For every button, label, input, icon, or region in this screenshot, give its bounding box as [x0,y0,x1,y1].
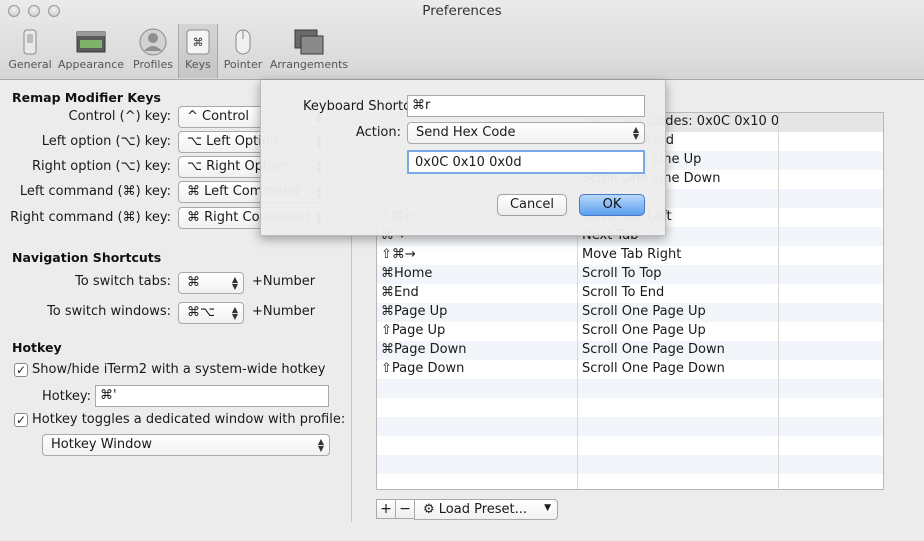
updown-arrows-icon: ▲▼ [231,305,238,321]
toolbar-profiles[interactable]: Profiles [130,24,176,78]
table-row[interactable]: ⌘End Scroll To End [377,284,883,303]
windows-icon [294,29,324,55]
keyboard-shortcut-label: Keyboard Shortcut: [303,99,428,114]
toolbar-arrangements[interactable]: Arrangements [268,24,350,78]
show-hide-label: Show/hide iTerm2 with a system-wide hotk… [32,362,326,377]
toolbar-keys[interactable]: ⌘ Keys [178,24,218,78]
table-button-bar: + − ⚙ Load Preset... ▼ [376,499,560,521]
hotkey-profile-popup[interactable]: Hotkey Window ▲ ▼ [42,434,330,456]
popup-value: ^ Control [187,109,250,124]
toolbar-label: Appearance [58,58,125,71]
left-option-label: Left option (⌥) key: [41,134,171,149]
toolbar-label: Keys [185,58,211,71]
empty-row [377,474,883,489]
switch-tabs-popup[interactable]: ⌘ ▲ ▼ [178,272,244,294]
left-command-label: Left command (⌘) key: [19,184,171,199]
number-suffix: +Number [252,274,316,289]
table-row[interactable]: ⌘Page Up Scroll One Page Up [377,303,883,322]
profile-icon [139,28,167,56]
updown-arrows-icon: ▲▼ [317,437,324,453]
popup-value: Send Hex Code [416,125,516,140]
right-option-label: Right option (⌥) key: [31,159,171,174]
popup-value: ⌘⌥ [187,305,215,320]
table-row[interactable]: ⌘Home Scroll To Top [377,265,883,284]
number-suffix: +Number [252,304,316,319]
switch-icon [23,29,37,55]
command-key-icon: ⌘ [186,29,210,55]
hotkey-field[interactable]: ⌘' [95,385,329,407]
appearance-icon [76,31,106,53]
hex-code-field[interactable]: 0x0C 0x10 0x0d [407,150,645,174]
empty-row [377,379,883,398]
load-preset-menu[interactable]: ⚙ Load Preset... ▼ [414,499,558,520]
show-hide-checkbox[interactable]: ✓ [14,363,28,377]
empty-row [377,417,883,436]
toggles-window-checkbox[interactable]: ✓ [14,413,28,427]
switch-tabs-label: To switch tabs: [75,274,171,289]
hotkey-heading: Hotkey [12,340,62,355]
toolbar-general[interactable]: General [6,24,54,78]
toolbar-appearance[interactable]: Appearance [58,24,124,78]
table-row[interactable]: ⇧Page Down Scroll One Page Down [377,360,883,379]
mouse-icon [235,29,251,55]
action-popup[interactable]: Send Hex Code ▲ ▼ [407,122,645,144]
toggles-window-label: Hotkey toggles a dedicated window with p… [32,412,346,427]
popup-value: Hotkey Window [51,437,152,452]
updown-arrows-icon: ▲▼ [632,125,639,141]
popup-value: ⌘ [187,275,200,290]
empty-row [377,398,883,417]
empty-row [377,436,883,455]
panel-divider [351,232,352,522]
right-command-label: Right command (⌘) key: [10,210,171,225]
hotkey-label: Hotkey: [42,389,92,404]
toolbar-pointer[interactable]: Pointer [221,24,265,78]
remove-mapping-button[interactable]: − [395,499,415,519]
action-label: Action: [355,125,401,140]
window-title: Preferences [422,3,502,19]
updown-arrows-icon: ▲▼ [231,275,238,291]
toolbar-label: General [8,58,52,71]
chevron-down-icon: ▼ [544,503,551,513]
switch-windows-popup[interactable]: ⌘⌥ ▲ ▼ [178,302,244,324]
svg-text:⌘: ⌘ [193,36,204,49]
add-mapping-button[interactable]: + [376,499,396,519]
gear-icon: ⚙ [423,502,435,517]
popup-value: Load Preset... [438,502,528,517]
table-row[interactable]: ⇧⌘→ Move Tab Right [377,246,883,265]
empty-row [377,455,883,474]
toolbar-label: Profiles [133,58,173,71]
ok-button[interactable]: OK [579,194,645,216]
table-row[interactable]: ⇧Page Up Scroll One Page Up [377,322,883,341]
table-row[interactable]: ⌘Page Down Scroll One Page Down [377,341,883,360]
switch-windows-label: To switch windows: [47,304,171,319]
cancel-button[interactable]: Cancel [497,194,567,216]
control-key-label: Control (^) key: [68,109,171,124]
toolbar-label: Arrangements [269,58,349,71]
navigation-heading: Navigation Shortcuts [12,250,162,265]
toolbar-label: Pointer [223,58,263,71]
column-divider [778,113,779,489]
remap-heading: Remap Modifier Keys [12,90,161,105]
keyboard-shortcut-field[interactable]: ⌘r [407,95,645,117]
